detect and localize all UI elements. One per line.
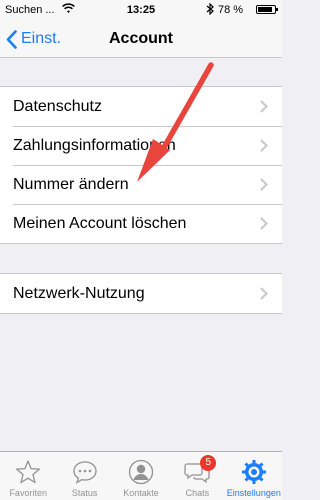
- bluetooth-icon: [206, 2, 214, 18]
- tab-label: Status: [71, 488, 98, 498]
- unread-chats-badge: 5: [200, 455, 217, 471]
- star-icon: [16, 460, 41, 484]
- tab-einstellungen[interactable]: Einstellungen: [226, 452, 282, 500]
- tab-kontakte[interactable]: Kontakte: [113, 452, 169, 500]
- chevron-right-icon: [260, 139, 268, 152]
- row-account-loeschen[interactable]: Meinen Account löschen: [0, 204, 282, 243]
- contact-person-icon: [128, 459, 154, 485]
- status-bar: Suchen ... 13:25 78 %: [0, 0, 282, 20]
- tab-favoriten[interactable]: Favoriten: [0, 452, 56, 500]
- tab-bar: Favoriten Status Kontakte 5 Chats Einste…: [0, 451, 282, 500]
- chevron-right-icon: [260, 287, 268, 300]
- row-label: Meinen Account löschen: [13, 214, 187, 232]
- battery-percentage: 78 %: [218, 4, 244, 16]
- settings-group-network: Netzwerk-Nutzung: [0, 273, 282, 314]
- chevron-right-icon: [260, 217, 268, 230]
- row-label: Datenschutz: [13, 97, 102, 115]
- navigation-bar: Einst. Account: [0, 20, 282, 58]
- row-nummer-aendern[interactable]: Nummer ändern: [0, 165, 282, 204]
- chevron-right-icon: [260, 100, 268, 113]
- tab-status[interactable]: Status: [56, 452, 112, 500]
- tab-label: Kontakte: [123, 488, 159, 498]
- row-label: Zahlungsinformationen: [13, 136, 176, 154]
- row-label: Netzwerk-Nutzung: [13, 284, 145, 302]
- battery-icon: [256, 5, 278, 14]
- row-zahlungsinformationen[interactable]: Zahlungsinformationen: [0, 126, 282, 165]
- page-title: Account: [109, 30, 173, 47]
- annotation-arrow: [137, 62, 214, 182]
- row-datenschutz[interactable]: Datenschutz: [0, 87, 282, 126]
- tab-label: Einstellungen: [226, 488, 281, 498]
- row-label: Nummer ändern: [13, 175, 129, 193]
- chevron-right-icon: [260, 178, 268, 191]
- settings-gear-icon: [241, 460, 266, 484]
- tab-chats[interactable]: 5 Chats: [169, 452, 225, 500]
- row-netzwerk-nutzung[interactable]: Netzwerk-Nutzung: [0, 274, 282, 313]
- settings-group-account: Datenschutz Zahlungsinformationen Nummer…: [0, 86, 282, 244]
- tab-label: Chats: [185, 488, 210, 498]
- status-bubble-icon: [72, 461, 97, 484]
- tab-label: Favoriten: [9, 488, 47, 498]
